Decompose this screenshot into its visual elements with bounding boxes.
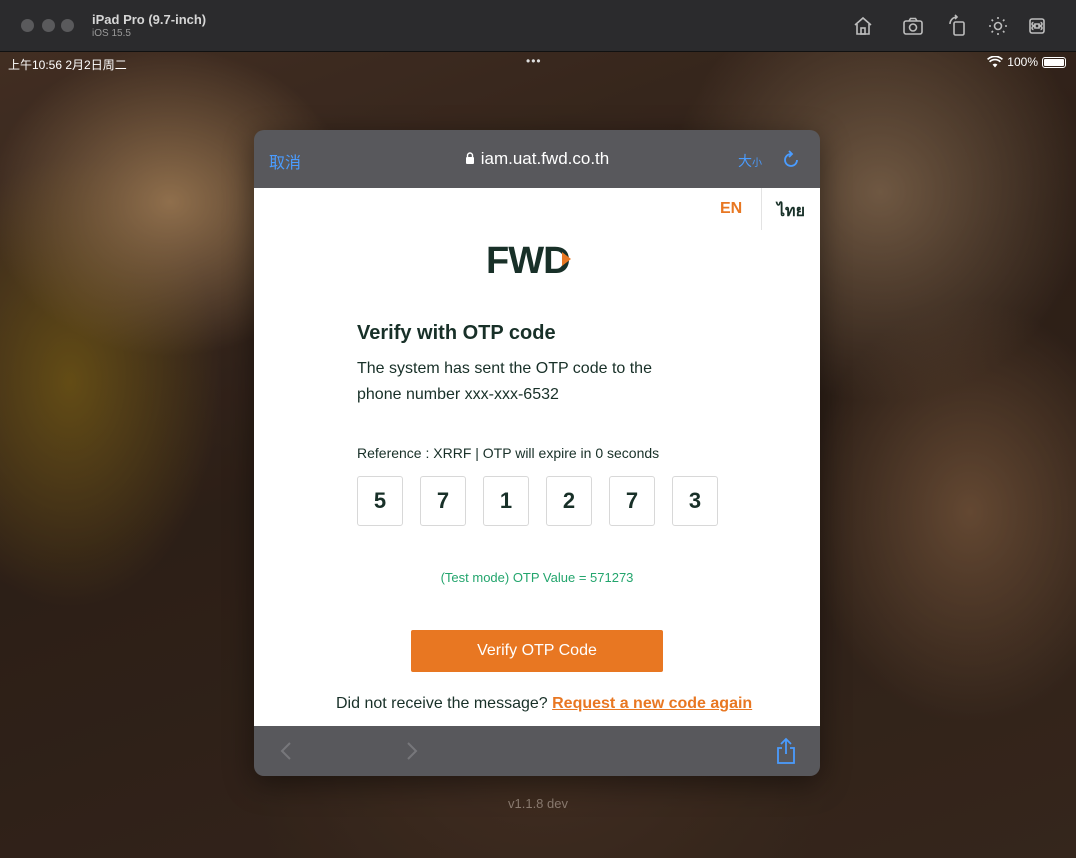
back-icon[interactable] [276, 739, 296, 763]
svg-text:FWD: FWD [486, 240, 570, 280]
battery-percent: 100% [1007, 55, 1038, 69]
test-mode-otp-value: (Test mode) OTP Value = 571273 [440, 570, 634, 585]
otp-digit-input[interactable]: 3 [672, 476, 718, 526]
screenshot-icon[interactable] [901, 14, 925, 38]
otp-digit-input[interactable]: 7 [420, 476, 466, 526]
simulator-titlebar: iPad Pro (9.7-inch) iOS 15.5 [0, 0, 1076, 52]
share-icon[interactable] [775, 737, 797, 765]
url-bar[interactable]: iam.uat.fwd.co.th [254, 149, 820, 169]
safari-bottom-toolbar [254, 726, 820, 776]
text-size-small-label: 小 [752, 158, 762, 169]
os-version: iOS 15.5 [92, 28, 131, 39]
home-icon[interactable] [851, 14, 875, 38]
safari-top-bar: 取消 iam.uat.fwd.co.th 大小 [254, 130, 820, 188]
lock-icon [465, 152, 474, 164]
url-text: iam.uat.fwd.co.th [480, 149, 610, 168]
otp-digit-input[interactable]: 7 [609, 476, 655, 526]
command-key-icon[interactable] [1025, 14, 1049, 38]
otp-description: The system has sent the OTP code to the … [357, 360, 652, 403]
otp-digit-input[interactable]: 1 [483, 476, 529, 526]
status-time: 上午10:56 2月2日周二 [8, 58, 127, 72]
zoom-window-button[interactable] [61, 19, 74, 32]
otp-input-group: 5 7 1 2 7 3 [357, 476, 718, 526]
forward-icon[interactable] [402, 739, 422, 763]
wifi-icon [987, 56, 1004, 68]
otp-digit-input[interactable]: 2 [546, 476, 592, 526]
multitasking-dots-icon[interactable]: ••• [526, 54, 542, 68]
app-version: v1.1.8 dev [508, 796, 568, 811]
page-title: Verify with OTP code [357, 322, 556, 344]
brightness-icon[interactable] [986, 14, 1010, 38]
battery-icon [1042, 56, 1066, 68]
text-size-button[interactable]: 大小 [738, 151, 762, 171]
text-size-large-label: 大 [738, 153, 752, 169]
language-en-button[interactable]: EN [720, 200, 742, 218]
rotate-icon[interactable] [946, 14, 970, 38]
web-content: EN ไทย FWD Verify with OTP code The syst… [254, 188, 820, 726]
otp-digit-input[interactable]: 5 [357, 476, 403, 526]
request-new-code-link[interactable]: Request a new code again [552, 695, 752, 712]
verify-otp-button[interactable]: Verify OTP Code [411, 630, 663, 672]
ipad-screen: 上午10:56 2月2日周二 ••• 100% v1.1.8 dev 取消 ia… [0, 52, 1076, 858]
reload-icon[interactable] [780, 149, 802, 171]
language-th-button[interactable]: ไทย [777, 199, 805, 224]
minimize-window-button[interactable] [42, 19, 55, 32]
language-divider [761, 188, 762, 230]
resend-prefix: Did not receive the message? [336, 695, 553, 712]
fwd-logo: FWD [486, 240, 571, 280]
device-name: iPad Pro (9.7-inch) [92, 12, 207, 27]
status-bar: 上午10:56 2月2日周二 ••• 100% [0, 52, 1076, 74]
resend-message: Did not receive the message? Request a n… [336, 692, 756, 716]
safari-sheet: 取消 iam.uat.fwd.co.th 大小 EN ไทย FWD Verif… [254, 130, 820, 776]
close-window-button[interactable] [21, 19, 34, 32]
otp-reference: Reference : XRRF | OTP will expire in 0 … [357, 445, 660, 461]
